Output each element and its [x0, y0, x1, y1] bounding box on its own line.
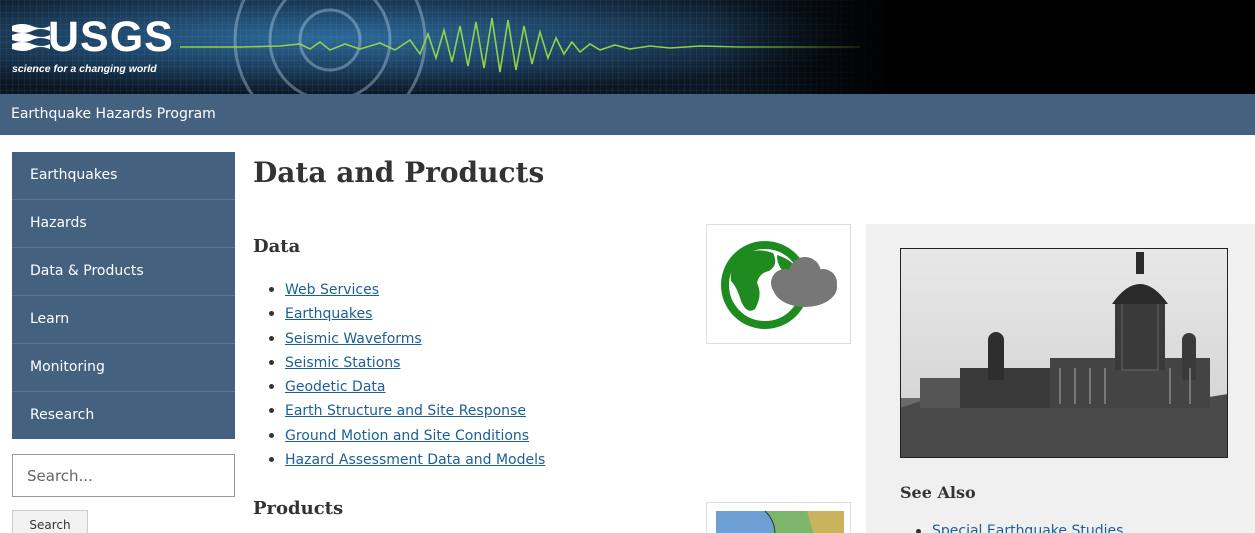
- seismic-stations-link[interactable]: Seismic Stations: [285, 355, 400, 371]
- seismic-waveforms-link[interactable]: Seismic Waveforms: [285, 331, 422, 347]
- usgs-tagline: science for a changing world: [12, 63, 157, 75]
- nav-item-monitoring[interactable]: Monitoring: [12, 344, 235, 392]
- page-title: Data and Products: [253, 156, 545, 189]
- nav-item-research[interactable]: Research: [12, 392, 235, 439]
- see-also-list: Special Earthquake Studies: [916, 521, 1123, 533]
- products-section-heading: Products: [253, 498, 344, 519]
- list-item: Earthquakes: [269, 303, 545, 327]
- data-links-list: Web Services Earthquakes Seismic Wavefor…: [269, 279, 545, 473]
- earthquake-ruins-photo[interactable]: [900, 248, 1228, 458]
- nav-item-hazards[interactable]: Hazards: [12, 200, 235, 248]
- list-item: Earth Structure and Site Response: [269, 400, 545, 424]
- list-item: Geodetic Data: [269, 376, 545, 400]
- left-nav: Earthquakes Hazards Data & Products Lear…: [12, 152, 235, 439]
- list-item: Hazard Assessment Data and Models: [269, 449, 545, 473]
- sidebar: See Also Special Earthquake Studies: [866, 224, 1255, 533]
- geodetic-data-link[interactable]: Geodetic Data: [285, 379, 385, 395]
- data-section-heading: Data: [253, 236, 301, 257]
- data-thumbnail[interactable]: [706, 224, 851, 344]
- usgs-logo[interactable]: USGS science for a changing world: [10, 8, 175, 88]
- usgs-wave-mark-icon: [12, 24, 50, 51]
- earth-structure-link[interactable]: Earth Structure and Site Response: [285, 403, 526, 419]
- usgs-logo-text: USGS: [48, 13, 174, 61]
- program-title-link[interactable]: Earthquake Hazards Program: [11, 106, 216, 122]
- list-item: Seismic Stations: [269, 352, 545, 376]
- see-also-heading: See Also: [900, 483, 976, 502]
- map-thumbnail-icon: [716, 510, 844, 533]
- special-earthquake-studies-link[interactable]: Special Earthquake Studies: [932, 523, 1123, 533]
- products-thumbnail[interactable]: [706, 502, 851, 533]
- site-banner: USGS science for a changing world: [0, 0, 1255, 94]
- nav-item-learn[interactable]: Learn: [12, 296, 235, 344]
- web-services-link[interactable]: Web Services: [285, 282, 379, 298]
- program-bar: Earthquake Hazards Program: [0, 94, 1255, 135]
- globe-cloud-icon: [721, 241, 837, 329]
- list-item: Ground Motion and Site Conditions: [269, 425, 545, 449]
- list-item: Seismic Waveforms: [269, 328, 545, 352]
- list-item: Web Services: [269, 279, 545, 303]
- hazard-assessment-link[interactable]: Hazard Assessment Data and Models: [285, 452, 545, 468]
- ground-motion-link[interactable]: Ground Motion and Site Conditions: [285, 428, 529, 444]
- nav-item-earthquakes[interactable]: Earthquakes: [12, 152, 235, 200]
- search-input[interactable]: [12, 454, 235, 497]
- search-button[interactable]: Search: [12, 510, 88, 533]
- nav-item-data-products[interactable]: Data & Products: [12, 248, 235, 296]
- list-item: Special Earthquake Studies: [916, 521, 1123, 533]
- earthquakes-link[interactable]: Earthquakes: [285, 306, 372, 322]
